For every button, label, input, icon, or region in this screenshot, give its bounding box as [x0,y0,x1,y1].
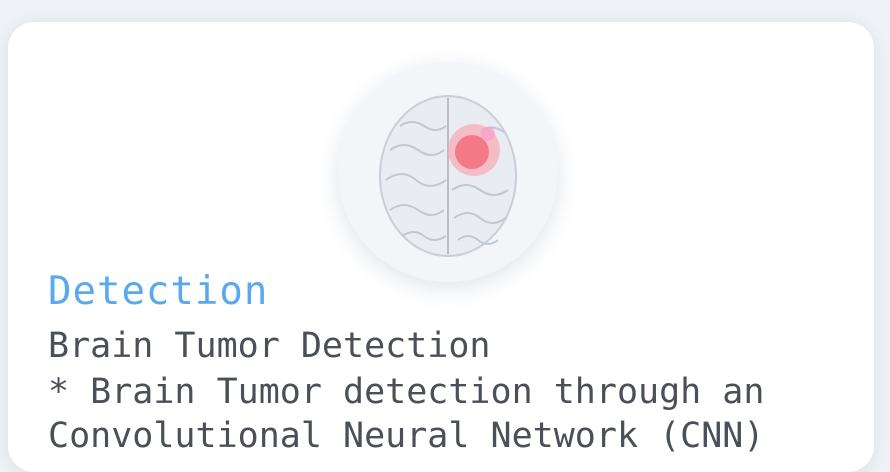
project-category: Detection [48,269,269,314]
project-title[interactable]: Brain Tumor Detection [48,326,491,366]
brain-scan-icon [379,95,517,257]
project-description: * Brain Tumor detection through an Convo… [48,372,765,456]
project-thumbnail [338,62,558,282]
project-card[interactable]: Detection Brain Tumor Detection * Brain … [8,22,874,472]
